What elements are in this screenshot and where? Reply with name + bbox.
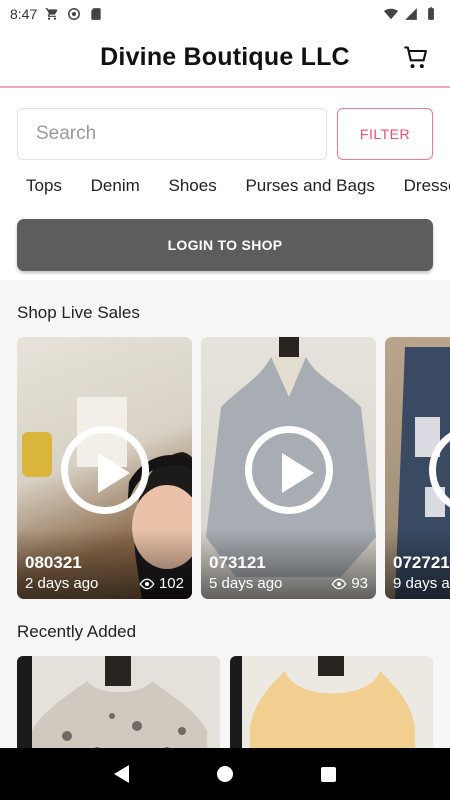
wifi-icon xyxy=(384,8,398,20)
app-bar: Divine Boutique LLC xyxy=(0,28,450,88)
eye-icon xyxy=(331,578,347,589)
live-sale-card[interactable]: 072721 9 days ago xyxy=(385,337,450,599)
at-icon xyxy=(68,8,81,20)
recent-product-card[interactable] xyxy=(17,656,220,748)
live-sale-age: 2 days ago xyxy=(25,575,99,592)
category-tab-purses-and-bags[interactable]: Purses and Bags xyxy=(245,176,374,196)
product-thumbnail xyxy=(230,656,415,748)
battery-icon xyxy=(428,7,434,20)
recently-added-title: Recently Added xyxy=(17,622,137,641)
home-icon[interactable] xyxy=(217,766,233,782)
category-tab-tops[interactable]: Tops xyxy=(26,176,62,196)
category-tab-denim[interactable]: Denim xyxy=(91,176,140,196)
status-right xyxy=(384,7,438,21)
recently-added-list[interactable] xyxy=(17,656,450,748)
status-time: 8:47 xyxy=(10,6,38,22)
search-row: Search FILTER xyxy=(17,108,433,160)
cart-icon[interactable] xyxy=(402,44,430,72)
live-sale-views: 102 xyxy=(139,575,184,592)
back-icon[interactable] xyxy=(114,765,129,783)
live-sale-code: 072721 xyxy=(393,553,450,572)
live-sale-age: 5 days ago xyxy=(209,575,283,592)
search-input[interactable]: Search xyxy=(17,108,327,160)
search-placeholder: Search xyxy=(36,123,97,144)
live-sale-card[interactable]: 073121 5 days ago 93 xyxy=(201,337,376,599)
live-sale-code: 073121 xyxy=(209,553,266,572)
live-sales-title: Shop Live Sales xyxy=(17,303,140,322)
app-title: Divine Boutique LLC xyxy=(100,42,350,71)
play-icon[interactable] xyxy=(61,426,149,514)
recent-product-card[interactable] xyxy=(230,656,433,748)
live-sale-age: 9 days ago xyxy=(393,575,450,592)
category-tabs: Tops Denim Shoes Purses and Bags Dresses xyxy=(26,176,450,204)
live-sale-views: 93 xyxy=(331,575,368,592)
category-tab-dresses[interactable]: Dresses xyxy=(404,176,450,196)
system-nav-bar xyxy=(0,748,450,800)
status-bar: 8:47 xyxy=(0,0,450,28)
filter-button[interactable]: FILTER xyxy=(337,108,433,160)
category-tab-shoes[interactable]: Shoes xyxy=(169,176,217,196)
product-thumbnail xyxy=(17,656,207,748)
status-left: 8:47 xyxy=(10,6,103,22)
views-count: 93 xyxy=(351,575,368,592)
live-sale-card[interactable]: 080321 2 days ago 102 xyxy=(17,337,192,599)
live-sale-code: 080321 xyxy=(25,553,82,572)
signal-icon xyxy=(405,8,417,20)
live-sales-carousel[interactable]: 080321 2 days ago 102 073121 5 days ago … xyxy=(17,337,450,599)
views-count: 102 xyxy=(158,575,184,592)
login-to-shop-button[interactable]: LOGIN TO SHOP xyxy=(17,219,433,271)
play-icon[interactable] xyxy=(245,426,333,514)
eye-icon xyxy=(139,578,155,589)
sd-card-icon xyxy=(91,8,101,20)
cart-notification-icon xyxy=(45,8,58,20)
recent-apps-icon[interactable] xyxy=(321,766,336,782)
